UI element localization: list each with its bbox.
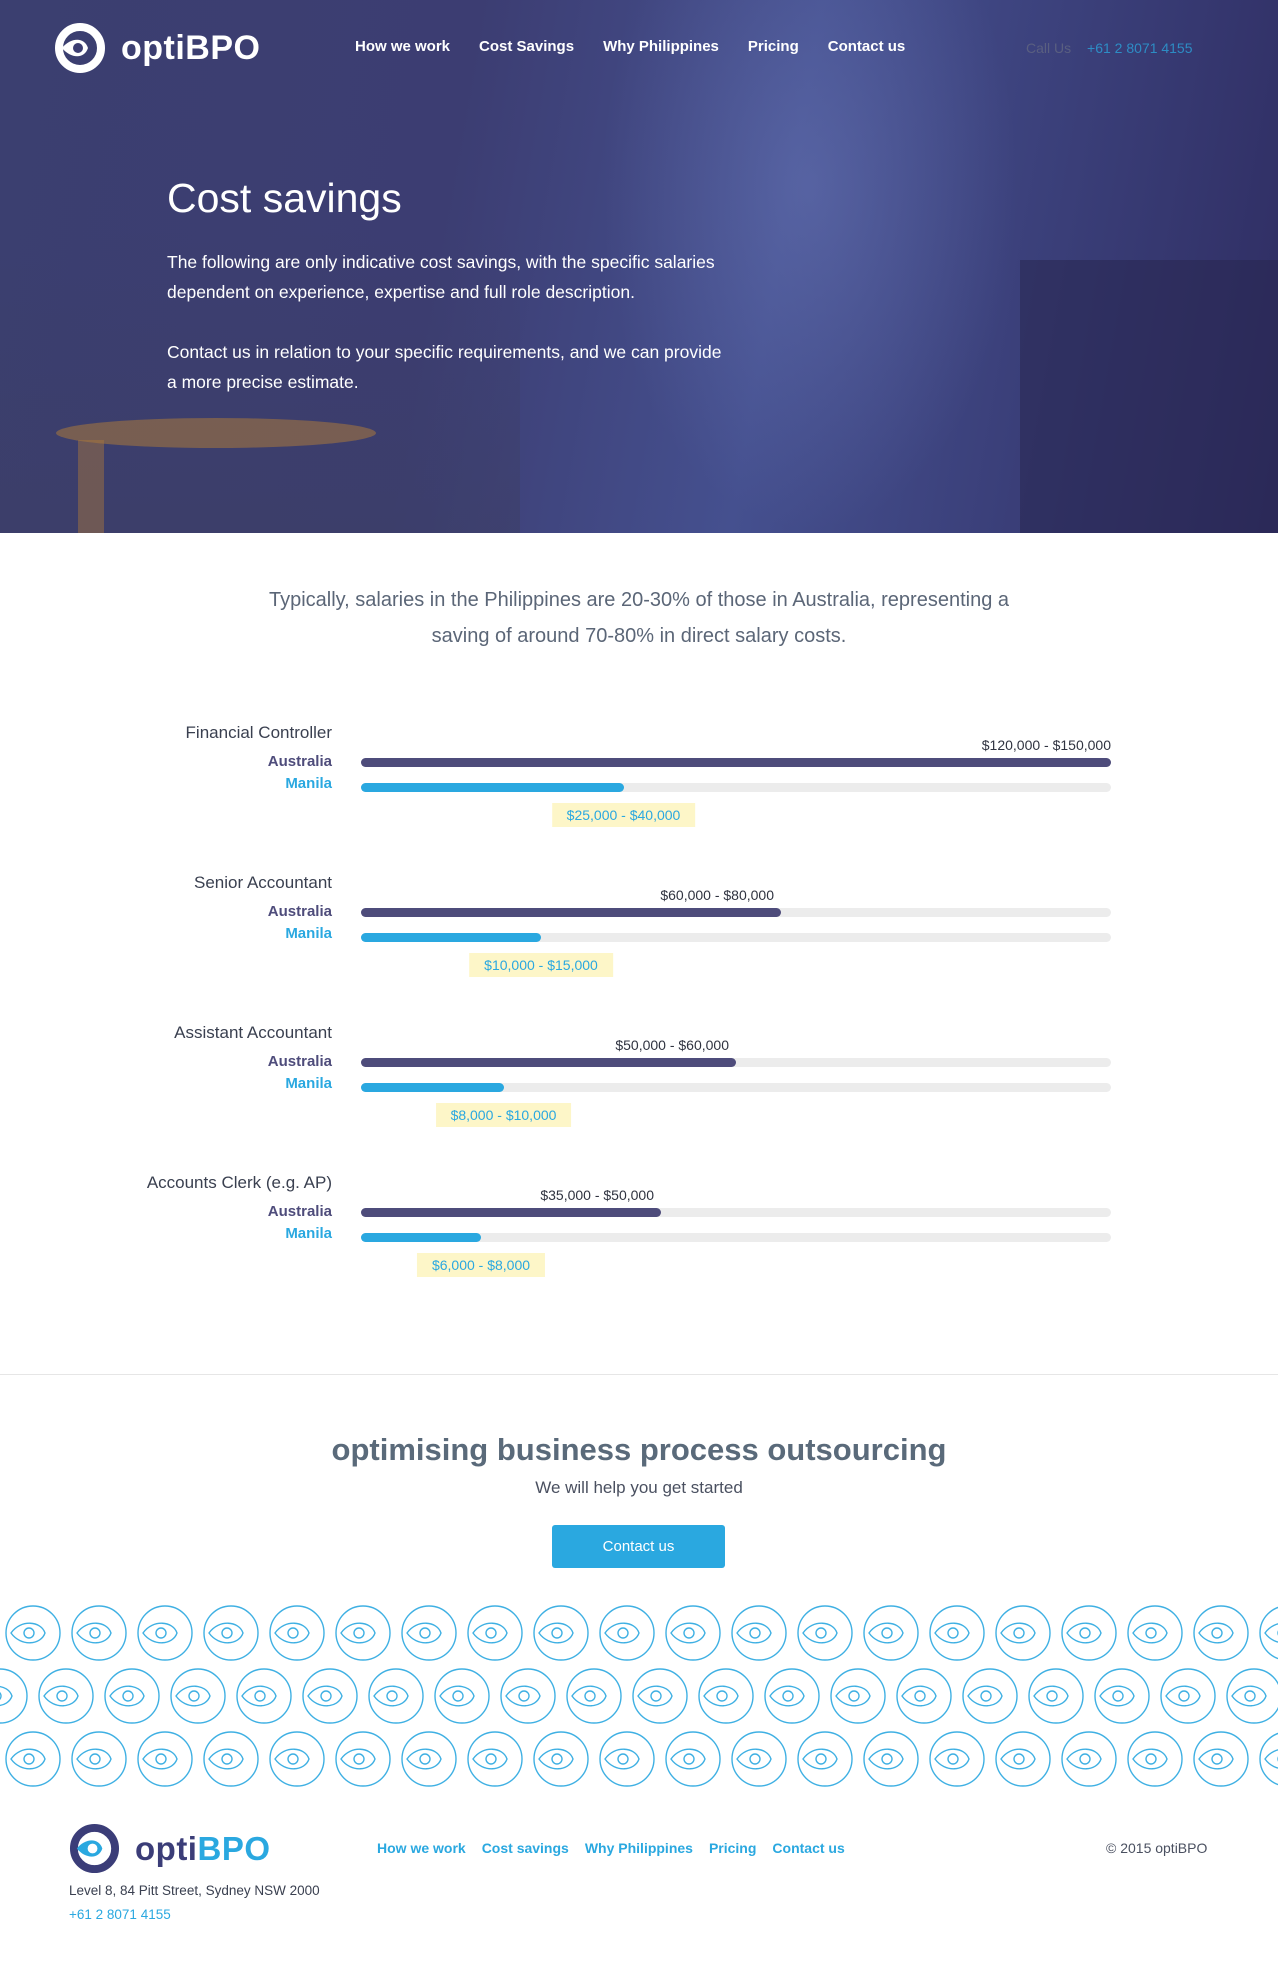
bar-manila bbox=[361, 1233, 481, 1242]
region-label-australia: Australia bbox=[267, 903, 332, 920]
nav-pricing[interactable]: Pricing bbox=[748, 37, 799, 57]
value-label-australia: $120,000 - $150,000 bbox=[981, 737, 1111, 753]
hero-photo-sofa bbox=[1020, 260, 1278, 533]
region-label-australia: Australia bbox=[267, 1053, 332, 1070]
region-label-australia: Australia bbox=[267, 753, 332, 770]
hero-paragraph-1: The following are only indicative cost s… bbox=[167, 252, 715, 302]
hero-paragraph-2: Contact us in relation to your specific … bbox=[167, 342, 722, 392]
bar-track-manila bbox=[361, 1083, 1111, 1092]
bar-track-manila bbox=[361, 1233, 1111, 1242]
footer-logo[interactable]: optiBPO bbox=[69, 1823, 271, 1874]
bar-manila bbox=[361, 1083, 504, 1092]
logo-text-suffix: BPO bbox=[197, 1829, 271, 1867]
hero-photo-table-leg bbox=[78, 440, 104, 533]
cta-title: optimising business process outsourcing bbox=[331, 1432, 947, 1467]
footer-nav-cost-savings[interactable]: Cost savings bbox=[482, 1840, 569, 1856]
bar-track-australia bbox=[361, 908, 1111, 917]
chart-row: Senior Accountant Australia Manila $60,000 … bbox=[0, 873, 1278, 1023]
bar-manila bbox=[361, 933, 541, 942]
bar-australia bbox=[361, 1208, 661, 1217]
bar-australia bbox=[361, 1058, 736, 1067]
cta-subtitle: We will help you get started bbox=[535, 1478, 743, 1497]
header-logo[interactable]: optiBPO bbox=[54, 22, 260, 74]
bar-track-australia bbox=[361, 1208, 1111, 1217]
footer-nav-why-philippines[interactable]: Why Philippines bbox=[585, 1840, 693, 1856]
hero-photo-table bbox=[56, 418, 376, 448]
role-label: Assistant Accountant bbox=[174, 1023, 332, 1042]
bar-track-manila bbox=[361, 783, 1111, 792]
nav-cost-savings[interactable]: Cost Savings bbox=[479, 37, 574, 57]
region-label-manila: Manila bbox=[285, 1075, 332, 1092]
value-tag-manila: $10,000 - $15,000 bbox=[469, 953, 613, 977]
footer-nav-how-we-work[interactable]: How we work bbox=[377, 1840, 466, 1856]
logo-text-prefix: opti bbox=[135, 1829, 198, 1867]
optibpo-logo-icon bbox=[55, 23, 105, 73]
chart-row: Financial Controller Australia Manila $120,… bbox=[0, 723, 1278, 873]
value-tag-manila: $25,000 - $40,000 bbox=[551, 803, 696, 827]
region-label-australia: Australia bbox=[267, 1203, 332, 1220]
chart-row: Accounts Clerk (e.g. AP) Australia Manila $… bbox=[0, 1173, 1278, 1323]
bar-track-manila bbox=[361, 933, 1111, 942]
chart-row: Assistant Accountant Australia Manila $50,0… bbox=[0, 1023, 1278, 1173]
nav-contact-us[interactable]: Contact us bbox=[828, 37, 906, 57]
hero-banner: optiBPO How we work Cost Savings Why Phi… bbox=[0, 0, 1278, 533]
salary-comparison-chart: Financial Controller Australia Manila $120,… bbox=[0, 723, 1278, 1323]
value-tag-manila: $8,000 - $10,000 bbox=[435, 1103, 572, 1127]
footer-address: Level 8, 84 Pitt Street, Sydney NSW 2000 bbox=[69, 1883, 320, 1898]
bar-track-australia bbox=[361, 758, 1111, 767]
footer-nav-pricing[interactable]: Pricing bbox=[709, 1840, 756, 1856]
call-phone-link[interactable]: +61 2 8071 4155 bbox=[1087, 40, 1193, 56]
bar-track-australia bbox=[361, 1058, 1111, 1067]
call-label: Call Us bbox=[1026, 40, 1072, 56]
value-label-australia: $50,000 - $60,000 bbox=[615, 1037, 729, 1053]
contact-us-button[interactable]: Contact us bbox=[552, 1525, 725, 1568]
decorative-pattern bbox=[0, 1602, 1278, 1792]
role-label: Senior Accountant bbox=[194, 873, 332, 892]
footer-nav-contact-us[interactable]: Contact us bbox=[772, 1840, 844, 1856]
footer-phone-link[interactable]: +61 2 8071 4155 bbox=[69, 1907, 171, 1922]
bar-australia bbox=[361, 758, 1111, 767]
intro-text: Typically, salaries in the Philippines a… bbox=[268, 589, 1010, 647]
main-nav: How we work Cost Savings Why Philippines… bbox=[355, 37, 905, 57]
nav-how-we-work[interactable]: How we work bbox=[355, 37, 450, 57]
role-label: Financial Controller bbox=[185, 723, 332, 742]
role-label: Accounts Clerk (e.g. AP) bbox=[146, 1173, 332, 1192]
bar-manila bbox=[361, 783, 624, 792]
optibpo-logo-icon bbox=[69, 1823, 120, 1874]
page-title: Cost savings bbox=[167, 175, 402, 221]
region-label-manila: Manila bbox=[285, 925, 332, 942]
header-call: Call Us +61 2 8071 4155 bbox=[1026, 39, 1193, 57]
copyright: © 2015 optiBPO bbox=[1106, 1840, 1208, 1856]
footer-logo-text: optiBPO bbox=[135, 1830, 271, 1868]
value-label-australia: $60,000 - $80,000 bbox=[660, 887, 774, 903]
section-divider bbox=[0, 1374, 1278, 1375]
region-label-manila: Manila bbox=[285, 775, 332, 792]
logo-text: optiBPO bbox=[121, 28, 261, 67]
value-label-australia: $35,000 - $50,000 bbox=[540, 1187, 654, 1203]
footer-nav: How we work Cost savings Why Philippines… bbox=[377, 1840, 845, 1856]
value-tag-manila: $6,000 - $8,000 bbox=[416, 1253, 546, 1277]
region-label-manila: Manila bbox=[285, 1225, 332, 1242]
bar-australia bbox=[361, 908, 781, 917]
nav-why-philippines[interactable]: Why Philippines bbox=[603, 37, 719, 57]
